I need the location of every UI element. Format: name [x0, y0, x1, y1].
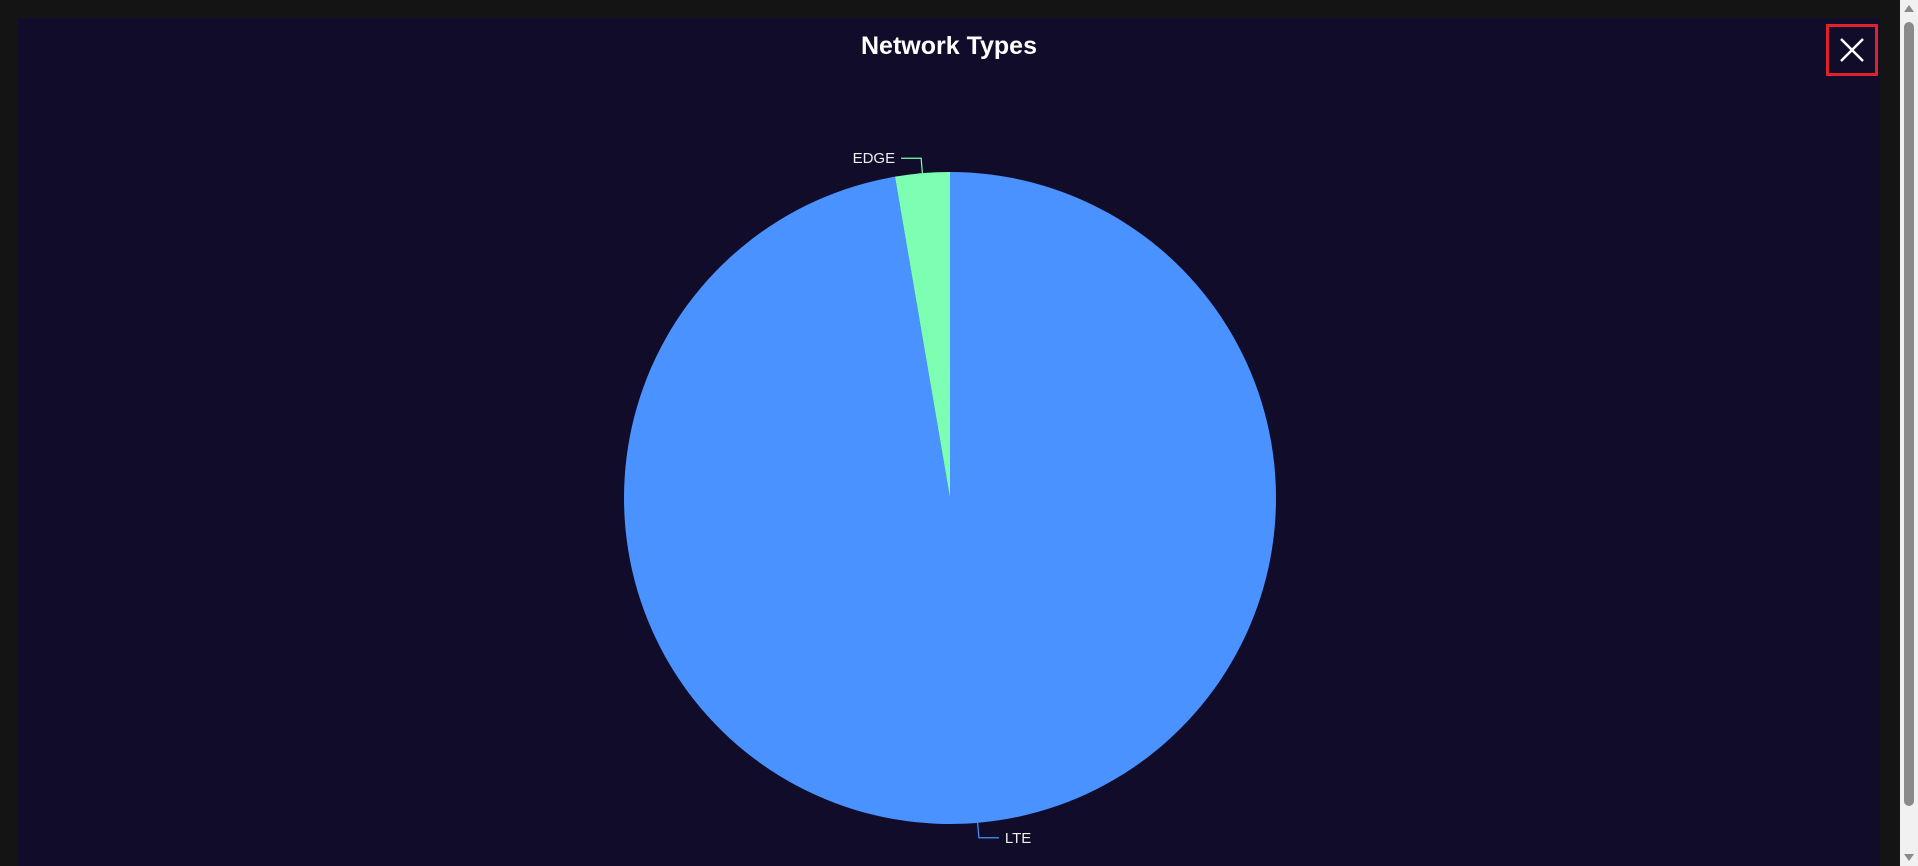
- scroll-thumb[interactable]: [1904, 22, 1914, 806]
- label-line-edge: [901, 157, 923, 174]
- slice-label-edge: EDGE: [853, 150, 896, 167]
- chart-panel: Network Types LTE EDGE: [18, 18, 1880, 866]
- scrollbar[interactable]: [1900, 0, 1918, 866]
- close-button[interactable]: [1826, 24, 1878, 76]
- pie-chart: LTE EDGE: [623, 150, 1276, 847]
- close-icon: [1840, 38, 1864, 62]
- label-line-lte: [977, 822, 999, 839]
- scroll-down-arrow-icon[interactable]: [1904, 854, 1914, 861]
- slice-label-lte: LTE: [1005, 830, 1031, 847]
- scroll-up-arrow-icon[interactable]: [1904, 5, 1914, 12]
